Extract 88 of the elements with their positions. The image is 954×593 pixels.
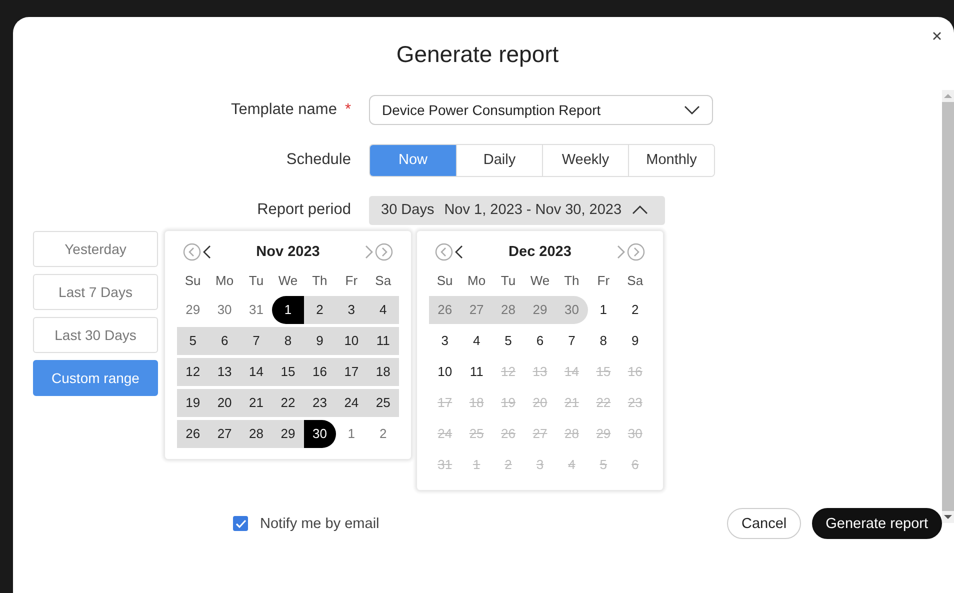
calendar-day[interactable]: 5 [177,327,209,355]
chevron-up-icon [632,205,648,215]
next-year-icon[interactable] [375,243,393,261]
calendar-day[interactable]: 19 [177,389,209,417]
calendar-day[interactable]: 10 [336,327,368,355]
calendar-day[interactable]: 30 [208,296,240,324]
schedule-tab[interactable]: Monthly [628,144,714,176]
calendar-day[interactable]: 18 [367,358,399,386]
calendar-day[interactable]: 24 [336,389,368,417]
calendar-day[interactable]: 22 [272,389,304,417]
calendar-day[interactable]: 6 [524,327,556,355]
calendar-day[interactable]: 21 [240,389,272,417]
month-title: Dec 2023 [508,244,572,260]
calendar-day[interactable]: 14 [240,358,272,386]
calendar-day[interactable]: 12 [177,358,209,386]
calendar-day[interactable]: 5 [492,327,524,355]
calendar-day[interactable]: 4 [460,327,492,355]
calendar-day[interactable]: 8 [272,327,304,355]
dialog-title: Generate report [395,40,560,69]
calendar-day[interactable]: 7 [240,327,272,355]
calendar-day[interactable]: 3 [429,327,461,355]
calendar-day[interactable]: 3 [336,296,368,324]
calendar-day[interactable]: 6 [208,327,240,355]
weekday-label: We [529,272,551,290]
next-month-icon[interactable] [364,243,374,261]
field-label: Template name [230,101,337,119]
weekday-label: Mo [466,272,487,290]
weekday-label: Tu [500,272,517,290]
field-label: Report period [257,201,351,219]
weekday-label: We [277,272,299,290]
next-month-icon[interactable] [616,243,626,261]
weekday-label: Tu [248,272,265,290]
calendar-day[interactable]: 29 [272,420,304,448]
calendar-day[interactable]: 31 [240,296,272,324]
calendar-day[interactable]: 4 [367,296,399,324]
calendar-day[interactable]: 11 [367,327,399,355]
weekday-label: Fr [344,272,359,290]
calendar-day[interactable]: 9 [304,327,336,355]
calendar-day[interactable]: 2 [367,420,399,448]
chevron-down-icon [684,105,700,115]
calendar-day[interactable]: 29 [177,296,209,324]
calendar-day[interactable]: 9 [619,327,651,355]
scroll-down-icon[interactable] [944,514,952,520]
calendar-day[interactable]: 17 [336,358,368,386]
calendar-day[interactable]: 26 [177,420,209,448]
calendar-day[interactable]: 13 [208,358,240,386]
weekday-label: Su [184,272,202,290]
weekday-label: Sa [374,272,392,290]
next-year-icon[interactable] [626,243,645,261]
calendar-day[interactable]: 1 [588,296,620,324]
calendar-day[interactable]: 2 [619,296,651,324]
preset-button[interactable]: Last 30 Days [33,317,158,353]
weekday-label: Su [436,272,454,290]
previous-month-icon[interactable] [454,243,464,261]
weekday-label: Th [563,272,580,290]
calendar-day[interactable]: 20 [208,389,240,417]
weekday-label: Mo [214,272,235,290]
cancel-button[interactable]: Cancel [727,508,801,539]
calendar-day[interactable]: 2 [304,296,336,324]
weekday-label: Fr [596,272,611,290]
scroll-up-icon[interactable] [944,93,952,99]
calendar-day[interactable]: 10 [429,358,461,386]
calendar-day[interactable]: 11 [460,358,492,386]
calendar-day[interactable]: 15 [272,358,304,386]
calendar-day[interactable]: 8 [588,327,620,355]
checkbox[interactable] [233,516,248,531]
field-label: Schedule [286,151,351,169]
calendar-day[interactable]: 16 [304,358,336,386]
calendar-day[interactable]: 1 [272,296,304,324]
required-mark: * [344,101,351,119]
calendar-day[interactable]: 28 [240,420,272,448]
generate-button[interactable]: Generate report [812,508,942,539]
weekday-label: Th [311,272,328,290]
checkbox-label: Notify me by email [260,516,380,532]
month-title: Nov 2023 [256,244,320,260]
calendar-day[interactable]: 25 [367,389,399,417]
calendar-day[interactable]: 7 [556,327,588,355]
preset-button[interactable]: Last 7 Days [33,274,158,310]
preset-button[interactable]: Yesterday [33,231,158,267]
previous-month-icon[interactable] [202,243,212,261]
period-dropdown[interactable]: 30 Days Nov 1, 2023 - Nov 30, 2023 [369,196,665,224]
calendar-day[interactable]: 27 [208,420,240,448]
calendar-day[interactable]: 30 [304,420,336,448]
calendar-day[interactable]: 1 [336,420,368,448]
close-icon[interactable] [932,31,942,41]
weekday-label: Sa [626,272,644,290]
template-select[interactable]: Device Power Consumption Report [369,95,713,125]
calendar-day[interactable]: 23 [304,389,336,417]
